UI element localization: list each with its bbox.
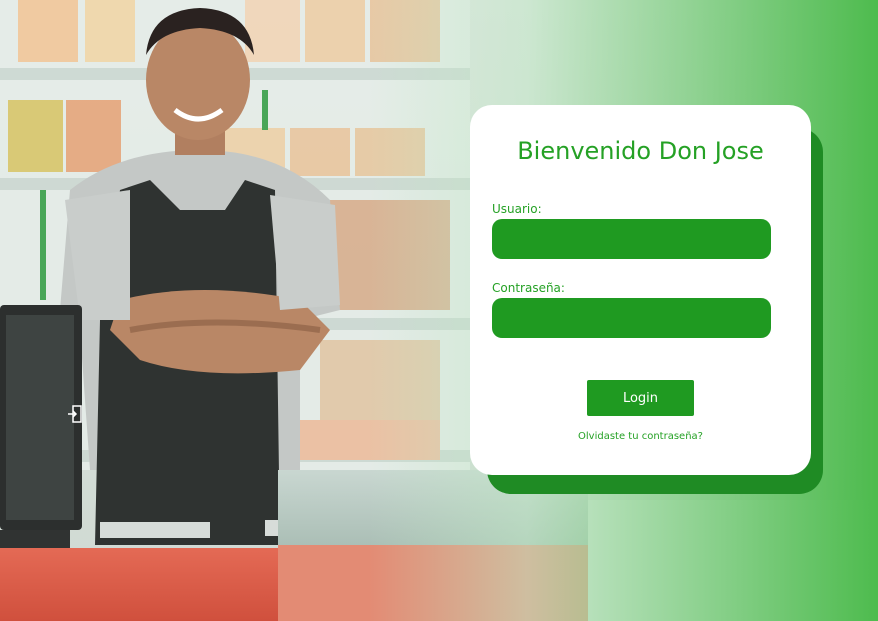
username-input[interactable]: [492, 219, 771, 259]
login-screen: Bienvenido Don Jose Usuario: Contraseña:…: [0, 0, 878, 621]
exit-icon[interactable]: [67, 405, 83, 423]
welcome-title: Bienvenido Don Jose: [517, 137, 764, 165]
username-label: Usuario:: [492, 202, 542, 216]
forgot-password-link[interactable]: Olvidaste tu contraseña?: [470, 431, 811, 442]
password-label: Contraseña:: [492, 281, 565, 295]
login-button[interactable]: Login: [587, 380, 694, 416]
password-input[interactable]: [492, 298, 771, 338]
login-card: Bienvenido Don Jose Usuario: Contraseña:…: [470, 105, 811, 475]
